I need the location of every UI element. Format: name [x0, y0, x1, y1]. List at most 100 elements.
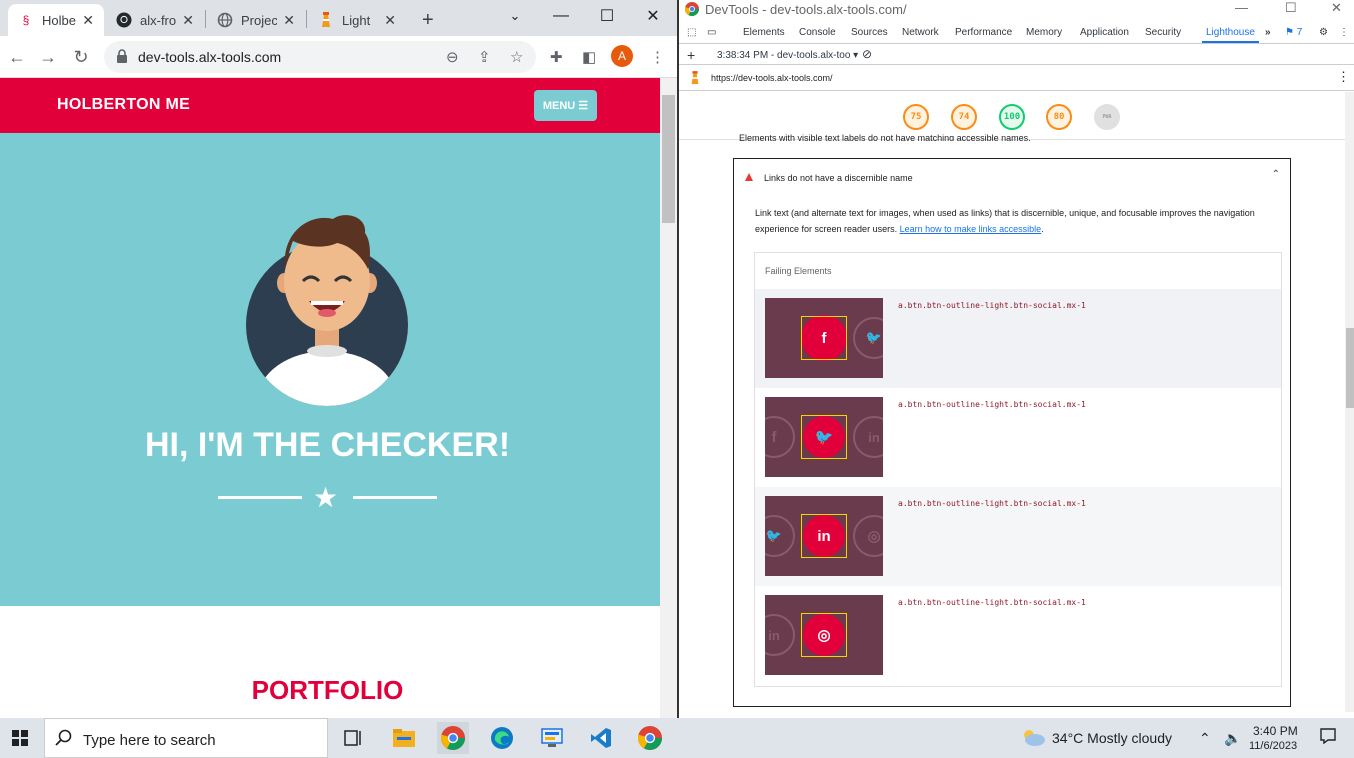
address-bar[interactable]: dev-tools.alx-tools.com ⊖ ⇪ ☆ — [104, 41, 536, 73]
tab-label: Projec — [241, 12, 277, 28]
report-select[interactable]: 3:38:34 PM - dev-tools.alx-too ▾ — [717, 50, 858, 61]
inspect-icon[interactable]: ⬚ — [687, 27, 696, 38]
windows-start-icon[interactable] — [0, 718, 40, 758]
clear-icon[interactable]: ⊘ — [862, 47, 872, 61]
tab-github[interactable]: alx-fro ✕ — [106, 4, 204, 36]
new-tab-button[interactable]: + — [414, 4, 444, 36]
score-gauge-best-practices[interactable]: 100 — [999, 104, 1025, 130]
element-screenshot: 🐦 in ◎ — [765, 496, 883, 576]
bookmark-star-icon[interactable]: ☆ — [510, 48, 523, 66]
score-gauge-performance[interactable]: 75 — [903, 104, 929, 130]
close-icon[interactable]: ✕ — [283, 12, 295, 29]
issues-count: 7 — [1296, 27, 1303, 38]
close-window-icon[interactable]: ✕ — [1331, 0, 1342, 16]
scrollbar-thumb[interactable] — [1346, 328, 1354, 408]
page-scrollbar[interactable] — [660, 78, 677, 718]
chevron-up-icon[interactable]: ⌃ — [1272, 169, 1280, 180]
element-screenshot: in ◎ — [765, 595, 883, 675]
divider-line — [218, 496, 302, 499]
minimize-icon[interactable]: — — [1235, 0, 1248, 15]
add-report-icon[interactable]: + — [687, 47, 695, 63]
reload-icon[interactable]: ↻ — [68, 44, 94, 70]
edge-icon[interactable] — [486, 722, 518, 754]
tab-network[interactable]: Network — [902, 27, 939, 38]
vscode-icon[interactable] — [585, 722, 617, 754]
extensions-icon[interactable]: ✚ — [550, 48, 563, 66]
maximize-icon[interactable]: ☐ — [584, 0, 630, 32]
chrome-taskbar-icon[interactable] — [437, 722, 469, 754]
share-icon[interactable]: ⇪ — [478, 48, 491, 66]
maximize-icon[interactable]: ☐ — [1285, 0, 1297, 16]
table-row[interactable]: f 🐦 a.btn.btn-outline-light.btn-social.m… — [755, 289, 1281, 388]
avatar[interactable]: A — [611, 45, 633, 67]
issues-badge[interactable]: ⚑ 7 — [1285, 27, 1302, 38]
zoom-icon[interactable]: ⊖ — [446, 48, 459, 66]
table-row[interactable]: 🐦 in ◎ a.btn.btn-outline-light.btn-socia… — [755, 487, 1281, 586]
close-icon[interactable]: ✕ — [182, 12, 194, 29]
back-icon[interactable]: ← — [4, 44, 30, 70]
menu-kebab-icon[interactable]: ⋮ — [650, 48, 665, 66]
score-gauge-pwa[interactable]: PWA — [1094, 104, 1120, 130]
table-row[interactable]: in ◎ a.btn.btn-outline-light.btn-social.… — [755, 586, 1281, 685]
highlight-box — [801, 415, 847, 459]
tab-lighthouse[interactable]: Light ✕ — [308, 4, 406, 36]
table-row[interactable]: f 🐦 in a.btn.btn-outline-light.btn-socia… — [755, 388, 1281, 487]
file-explorer-icon[interactable] — [388, 722, 420, 754]
tab-performance[interactable]: Performance — [955, 27, 1012, 38]
minimize-icon[interactable]: — — [538, 0, 584, 32]
device-toolbar-icon[interactable]: ▭ — [707, 27, 716, 38]
tab-application[interactable]: Application — [1080, 27, 1129, 38]
devtools-window: DevTools - dev-tools.alx-tools.com/ — ☐ … — [677, 0, 1354, 718]
tab-lighthouse[interactable]: Lighthouse — [1202, 27, 1259, 43]
taskbar-search-box[interactable]: Type here to search — [44, 718, 328, 758]
score-gauge-seo[interactable]: 80 — [1046, 104, 1072, 130]
tab-memory[interactable]: Memory — [1026, 27, 1062, 38]
tab-holberton[interactable]: § Holbe ✕ — [8, 4, 104, 36]
report-url[interactable]: https://dev-tools.alx-tools.com/ — [711, 73, 833, 83]
url-text: dev-tools.alx-tools.com — [138, 49, 282, 65]
clock-date[interactable]: 11/6/2023 — [1249, 740, 1297, 752]
menu-kebab-icon[interactable]: ⋮ — [1339, 27, 1349, 38]
weather-text[interactable]: 34°C Mostly cloudy — [1052, 730, 1172, 746]
notification-icon[interactable] — [1320, 728, 1336, 747]
report-select-label: 3:38:34 PM - dev-tools.alx-too — [717, 50, 851, 61]
lighthouse-icon — [318, 12, 334, 28]
github-icon — [116, 12, 132, 28]
devtools-tabbar: ⬚ ▭ Elements Console Sources Network Per… — [679, 22, 1354, 44]
task-view-icon[interactable] — [338, 722, 370, 754]
tab-sources[interactable]: Sources — [851, 27, 888, 38]
twitter-icon: 🐦 — [853, 317, 883, 359]
more-tabs-icon[interactable]: » — [1265, 27, 1271, 38]
web-page: HOLBERTON ME MENU ☰ HI, I'M THE CHECKER!… — [0, 78, 660, 718]
audit-title[interactable]: Links do not have a discernible name — [764, 173, 913, 183]
close-icon[interactable]: ✕ — [384, 12, 396, 29]
tab-elements[interactable]: Elements — [743, 27, 785, 38]
menu-button[interactable]: MENU ☰ — [534, 90, 597, 121]
settings-gear-icon[interactable]: ⚙ — [1319, 27, 1328, 38]
element-selector: a.btn.btn-outline-light.btn-social.mx-1 — [898, 301, 1086, 310]
chrome-taskbar-icon-2[interactable] — [634, 722, 666, 754]
score-gauge-accessibility[interactable]: 74 — [951, 104, 977, 130]
forward-icon[interactable]: → — [35, 44, 61, 70]
speaker-icon[interactable]: 🔈 — [1224, 730, 1241, 747]
tab-project[interactable]: Projec ✕ — [207, 4, 305, 36]
tab-security[interactable]: Security — [1145, 27, 1181, 38]
close-icon[interactable]: ✕ — [82, 12, 94, 29]
control-panel-icon[interactable] — [536, 722, 568, 754]
linkedin-icon: in — [853, 416, 883, 458]
close-window-icon[interactable]: ✕ — [630, 0, 676, 32]
scrollbar-thumb[interactable] — [662, 95, 675, 223]
site-brand[interactable]: HOLBERTON ME — [57, 96, 190, 114]
chrome-icon — [684, 2, 699, 19]
learn-more-link[interactable]: Learn how to make links accessible — [900, 224, 1042, 234]
tab-label: Holbe — [42, 12, 76, 28]
clock-time[interactable]: 3:40 PM — [1253, 724, 1298, 738]
side-panel-icon[interactable]: ◧ — [582, 48, 596, 66]
failing-elements-table: Failing Elements f 🐦 a.btn.btn-outline-l… — [754, 252, 1282, 687]
menu-kebab-icon[interactable]: ⋮ — [1337, 69, 1350, 85]
devtools-scrollbar[interactable] — [1345, 92, 1354, 712]
element-selector: a.btn.btn-outline-light.btn-social.mx-1 — [898, 598, 1086, 607]
chevron-up-icon[interactable]: ⌃ — [1199, 730, 1211, 747]
tab-search-icon[interactable]: ⌄ — [492, 0, 538, 32]
tab-console[interactable]: Console — [799, 27, 836, 38]
